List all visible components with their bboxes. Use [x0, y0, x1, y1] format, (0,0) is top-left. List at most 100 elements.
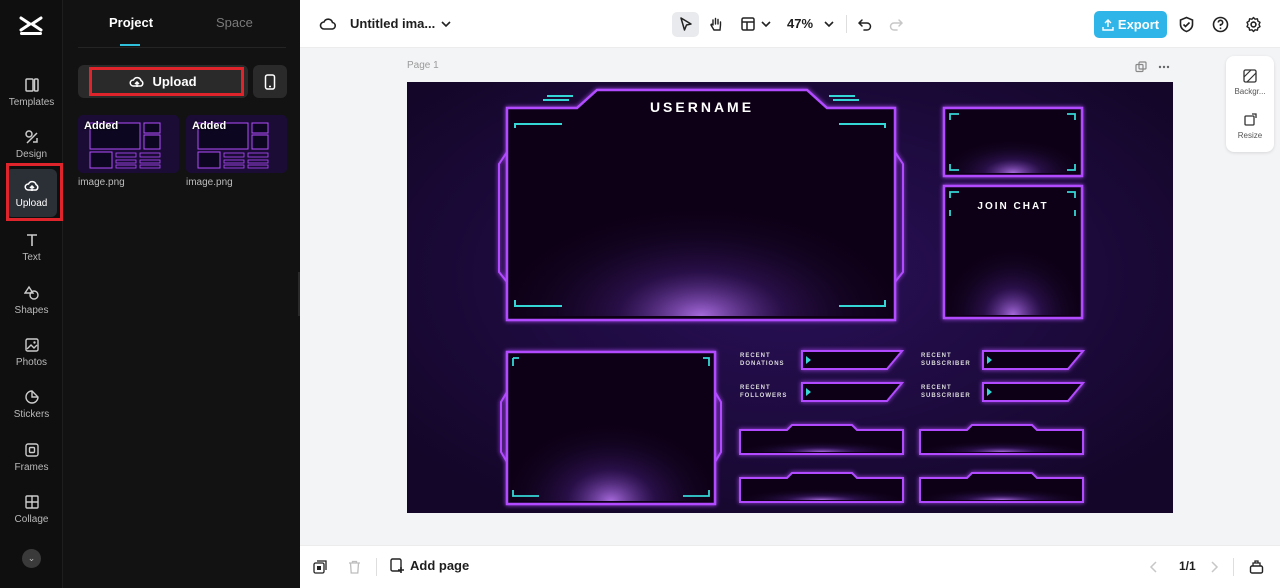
rail-item-frames[interactable]: Frames	[6, 433, 57, 481]
tab-space[interactable]: Space	[216, 15, 253, 30]
top-toolbar: Untitled ima... 47% Export	[300, 0, 1280, 48]
help-icon[interactable]	[1210, 14, 1230, 34]
rail-item-design[interactable]: Design	[6, 120, 57, 168]
photos-icon	[24, 337, 39, 352]
upload-from-phone-button[interactable]	[253, 65, 287, 98]
asset-filename: image.png	[186, 177, 233, 188]
resize-tool-label: Resize	[1237, 130, 1263, 140]
next-page-icon[interactable]	[1206, 559, 1222, 575]
rail-item-stickers[interactable]: Stickers	[6, 380, 57, 428]
overlay-recent-followers-label-1: RECENT	[740, 385, 771, 391]
rail-label-design: Design	[15, 148, 48, 160]
rail-item-photos[interactable]: Photos	[6, 328, 57, 376]
active-tab-indicator	[120, 44, 140, 46]
background-tool-button[interactable]: Backgr...	[1226, 60, 1274, 104]
cloud-sync-icon[interactable]	[318, 14, 338, 34]
stickers-icon	[24, 389, 39, 404]
page-counter: 1/1	[1179, 559, 1196, 573]
overlay-join-chat-text: JOIN CHAT	[977, 201, 1048, 212]
chevron-down-icon[interactable]	[436, 14, 456, 34]
asset-thumbnail[interactable]: Added	[186, 115, 287, 173]
layout-grid-icon[interactable]	[738, 14, 758, 34]
rail-label-templates: Templates	[8, 96, 55, 108]
rail-label-stickers: Stickers	[13, 408, 50, 420]
added-badge: Added	[84, 120, 119, 132]
add-page-button[interactable]: Add page	[390, 558, 469, 573]
zoom-level[interactable]: 47%	[787, 16, 813, 31]
shield-icon[interactable]	[1176, 14, 1196, 34]
overlay-recent-subscriber-label-3: RECENT	[921, 385, 952, 391]
tab-project[interactable]: Project	[109, 15, 153, 30]
phone-icon	[264, 73, 276, 90]
page-label: Page 1	[407, 60, 439, 71]
rail-label-collage: Collage	[14, 513, 49, 525]
upload-rail-highlight-box	[6, 163, 63, 221]
tabs-divider	[78, 47, 286, 48]
rail-label-photos: Photos	[15, 356, 48, 368]
rail-item-templates[interactable]: Templates	[6, 68, 57, 116]
overlay-recent-followers-label-2: FOLLOWERS	[740, 393, 787, 399]
upload-button-label: Upload	[152, 74, 197, 89]
left-rail: Templates Design Upload Text Shapes Phot…	[0, 0, 63, 588]
rail-item-shapes[interactable]: Shapes	[6, 276, 57, 324]
select-cursor-icon[interactable]	[676, 14, 696, 34]
background-icon	[1243, 68, 1257, 83]
chevron-down-icon[interactable]	[756, 14, 776, 34]
chevron-down-icon: ⌄	[27, 553, 36, 563]
frames-icon	[24, 442, 39, 457]
add-page-label: Add page	[410, 558, 470, 573]
added-badge: Added	[192, 120, 227, 132]
app-window: Templates Design Upload Text Shapes Phot…	[0, 0, 1280, 588]
toolbar-separator	[1233, 558, 1234, 576]
duplicate-page-icon[interactable]	[1134, 60, 1148, 74]
toolbar-separator	[846, 15, 847, 33]
layers-icon[interactable]	[1248, 559, 1264, 575]
overlay-recent-subscriber-label-1: RECENT	[921, 353, 952, 359]
background-tool-label: Backgr...	[1234, 86, 1266, 96]
resize-tool-button[interactable]: Resize	[1226, 104, 1274, 148]
overlay-recent-subscriber-label-2: SUBSCRIBER	[921, 361, 971, 367]
expand-menu-button[interactable]: ⌄	[22, 549, 41, 568]
rail-item-collage[interactable]: Collage	[6, 485, 57, 533]
trash-icon[interactable]	[346, 559, 362, 575]
rail-item-text[interactable]: Text	[6, 223, 57, 271]
overlay-recent-subscriber-label-4: SUBSCRIBER	[921, 393, 971, 399]
collage-icon	[24, 494, 39, 509]
redo-icon[interactable]	[886, 14, 906, 34]
templates-icon	[24, 77, 39, 92]
asset-filename: image.png	[78, 177, 125, 188]
export-upload-icon	[1102, 18, 1114, 31]
previous-page-icon[interactable]	[1146, 559, 1162, 575]
toolbar-separator	[376, 558, 377, 576]
bottom-toolbar: Add page 1/1	[300, 545, 1280, 588]
panel-tabs: Project Space	[63, 0, 300, 48]
capcut-logo-icon[interactable]	[18, 14, 44, 36]
more-options-icon[interactable]	[1157, 60, 1171, 74]
settings-gear-icon[interactable]	[1243, 14, 1263, 34]
undo-icon[interactable]	[855, 14, 875, 34]
resize-icon	[1244, 112, 1257, 126]
add-page-icon	[390, 558, 404, 573]
overlay-recent-donations-label-1: RECENT	[740, 353, 771, 359]
rail-label-frames: Frames	[14, 461, 49, 473]
canvas-area: Page 1 USERNAME JOIN CHAT RECENT DONATIO…	[300, 48, 1280, 545]
asset-thumbnail[interactable]: Added	[78, 115, 179, 173]
document-title[interactable]: Untitled ima...	[350, 16, 435, 31]
overlay-username-text: USERNAME	[650, 99, 754, 115]
shapes-icon	[23, 285, 39, 300]
upload-cloud-icon	[129, 76, 144, 87]
upload-panel: Project Space Upload Added image.png Add…	[63, 0, 300, 588]
rail-label-shapes: Shapes	[14, 304, 49, 316]
page-settings-icon[interactable]	[312, 559, 328, 575]
text-icon	[26, 233, 37, 246]
upload-button[interactable]: Upload	[78, 65, 248, 98]
chevron-down-icon[interactable]	[819, 14, 839, 34]
rail-label-text: Text	[22, 251, 41, 263]
design-icon	[24, 129, 38, 144]
stream-overlay-canvas-image[interactable]: USERNAME JOIN CHAT RECENT DONATIONS RECE…	[407, 82, 1173, 513]
hand-pan-icon[interactable]	[706, 14, 726, 34]
overlay-recent-donations-label-2: DONATIONS	[740, 361, 785, 367]
export-button-label: Export	[1117, 17, 1160, 32]
canvas-side-tools: Backgr... Resize	[1226, 56, 1274, 152]
export-button[interactable]: Export	[1094, 11, 1167, 38]
